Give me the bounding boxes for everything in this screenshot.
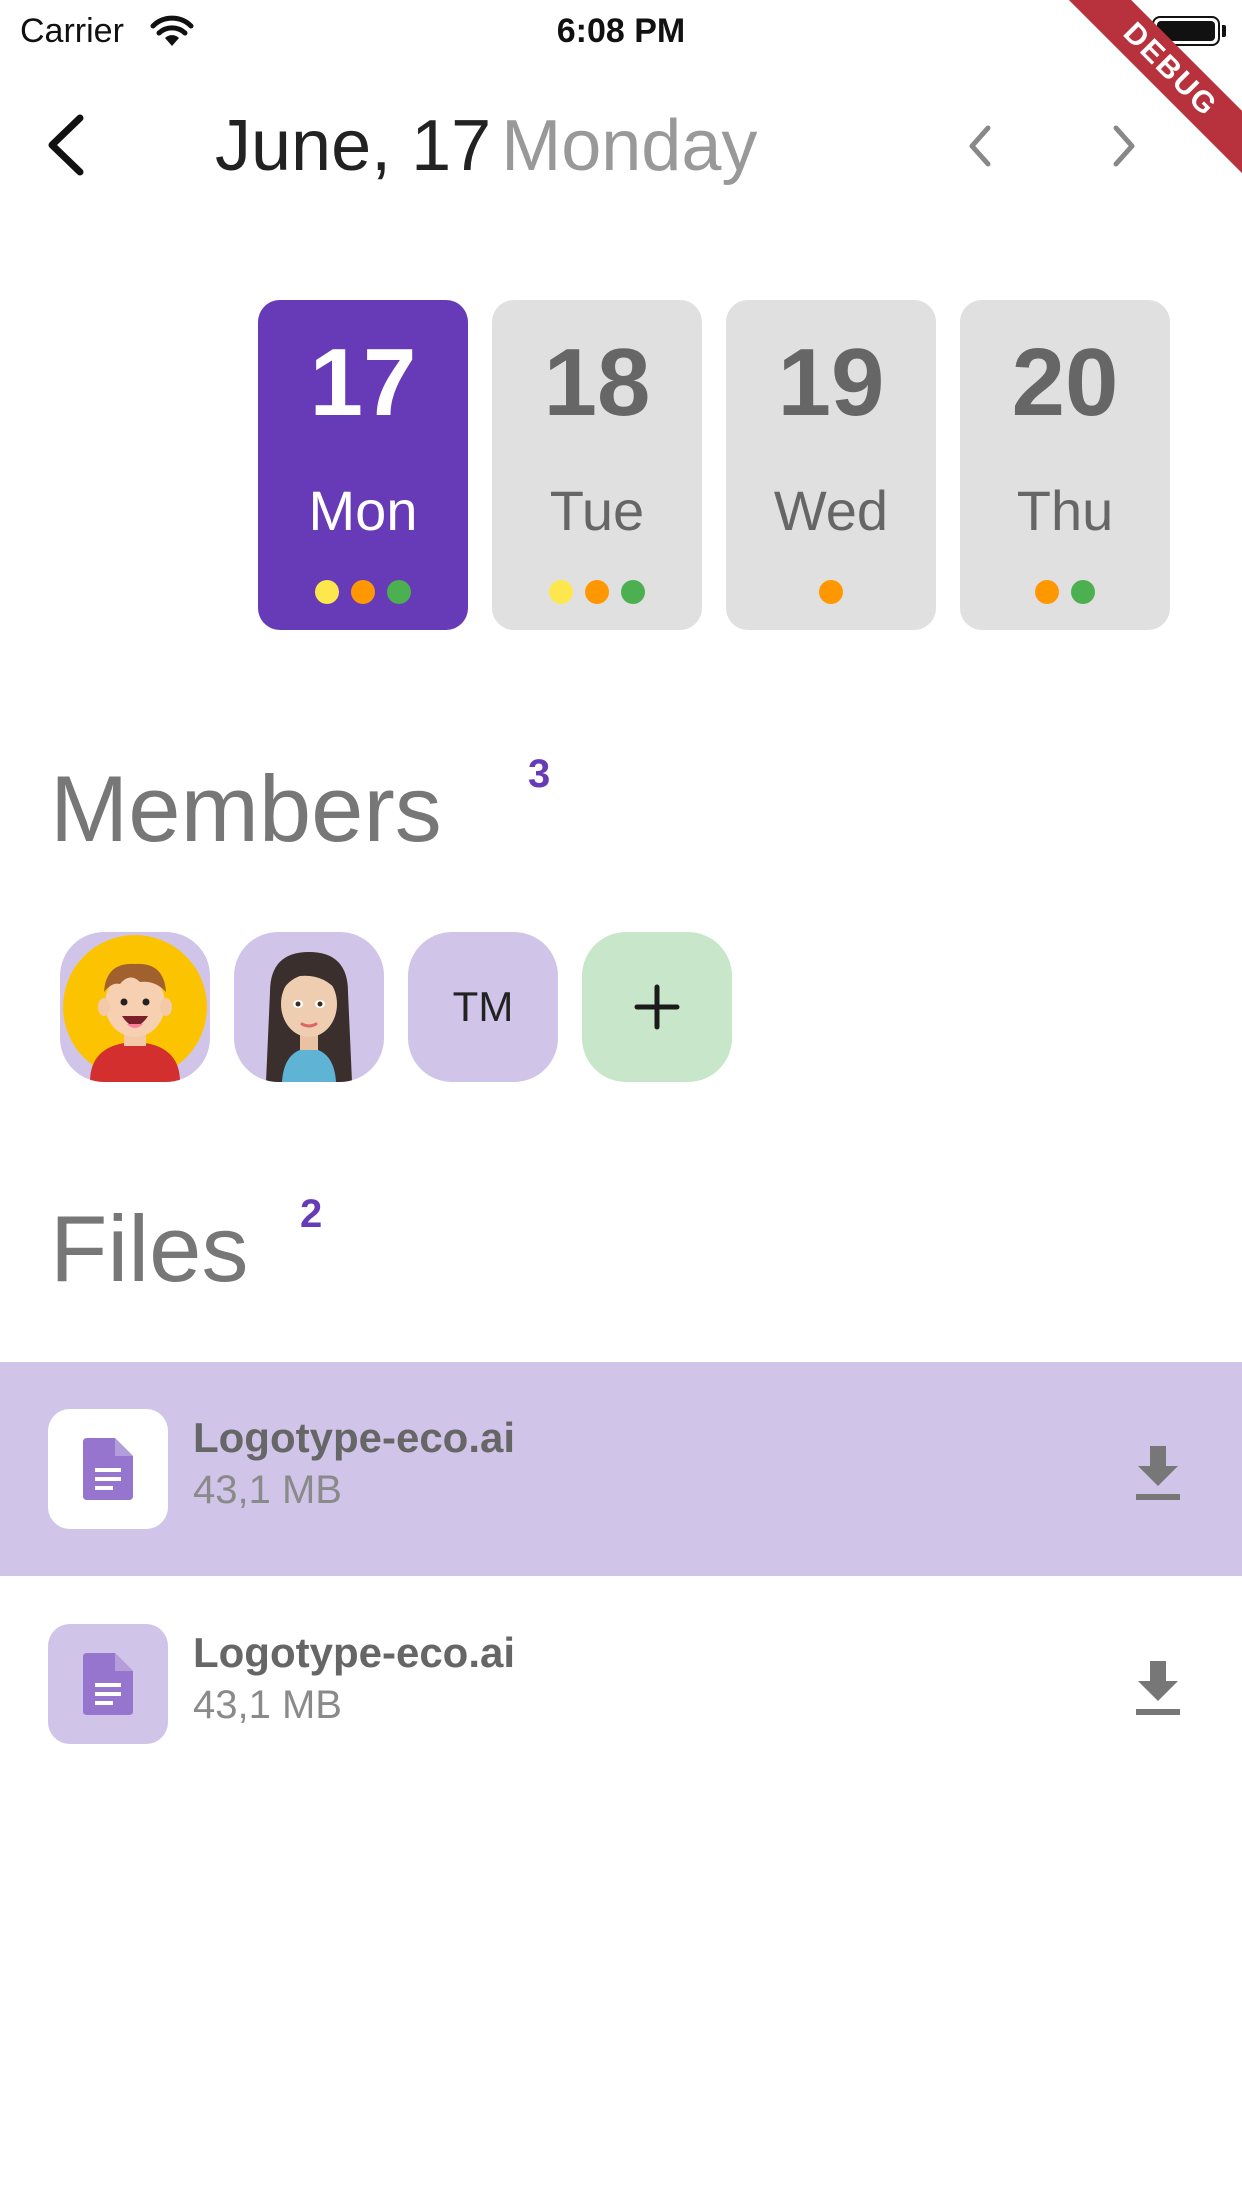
day-name: Tue: [549, 479, 645, 542]
download-button[interactable]: [1130, 1657, 1186, 1717]
members-title: Members: [50, 756, 442, 861]
file-row[interactable]: Logotype-eco.ai 43,1 MB: [0, 1577, 1242, 1791]
event-dot: [351, 580, 375, 604]
chevron-right-icon: [1113, 125, 1135, 167]
day-card-mon[interactable]: 17 Mon: [258, 300, 468, 630]
day-number: 19: [777, 329, 885, 436]
file-icon-box: [48, 1409, 168, 1529]
day-number: 17: [309, 329, 417, 436]
download-icon: [1136, 1446, 1180, 1500]
file-row[interactable]: Logotype-eco.ai 43,1 MB: [0, 1362, 1242, 1576]
header-day: Monday: [501, 106, 758, 186]
event-dots: [258, 580, 468, 604]
event-dot: [549, 580, 573, 604]
next-day-button[interactable]: [1104, 122, 1144, 170]
previous-day-button[interactable]: [960, 122, 1000, 170]
day-number: 20: [1011, 329, 1119, 436]
file-name: Logotype-eco.ai: [193, 1414, 516, 1461]
event-dot: [819, 580, 843, 604]
status-bar: Carrier 6:08 PM: [0, 0, 1242, 62]
clock: 6:08 PM: [556, 12, 686, 50]
day-number: 18: [543, 329, 651, 436]
event-dots: [960, 580, 1170, 604]
event-dot: [621, 580, 645, 604]
day-name: Wed: [773, 479, 889, 542]
day-card-wed[interactable]: 19 Wed: [726, 300, 936, 630]
file-name: Logotype-eco.ai: [193, 1629, 516, 1676]
back-button[interactable]: [40, 110, 96, 180]
file-size: 43,1 MB: [193, 1683, 342, 1727]
event-dot: [1035, 580, 1059, 604]
member-avatar-initials[interactable]: TM: [408, 932, 558, 1082]
event-dots: [726, 580, 936, 604]
day-name: Thu: [1016, 479, 1114, 542]
file-icon-box: [48, 1624, 168, 1744]
member-avatar-girl[interactable]: [234, 932, 384, 1082]
add-member-button[interactable]: [582, 932, 732, 1082]
document-icon: [83, 1653, 133, 1715]
boy-avatar-icon: [63, 935, 207, 1082]
plus-icon: [634, 984, 680, 1030]
back-arrow-icon: [48, 114, 84, 176]
header-date: June, 17: [215, 106, 492, 186]
download-icon: [1136, 1661, 1180, 1715]
files-count-badge: 2: [300, 1192, 323, 1236]
files-title: Files: [50, 1196, 249, 1301]
members-count-badge: 3: [528, 752, 551, 796]
battery-nub: [1222, 25, 1226, 37]
event-dot: [585, 580, 609, 604]
page-title: June, 17 Monday: [215, 105, 757, 187]
event-dot: [315, 580, 339, 604]
chevron-left-icon: [969, 125, 991, 167]
event-dot: [387, 580, 411, 604]
document-icon: [83, 1438, 133, 1500]
file-size: 43,1 MB: [193, 1468, 342, 1512]
day-card-thu[interactable]: 20 Thu: [960, 300, 1170, 630]
girl-avatar-icon: [266, 952, 352, 1082]
download-button[interactable]: [1130, 1442, 1186, 1502]
event-dots: [492, 580, 702, 604]
day-card-tue[interactable]: 18 Tue: [492, 300, 702, 630]
day-name: Mon: [308, 479, 418, 542]
event-dot: [1071, 580, 1095, 604]
member-avatar-boy[interactable]: [60, 932, 210, 1082]
